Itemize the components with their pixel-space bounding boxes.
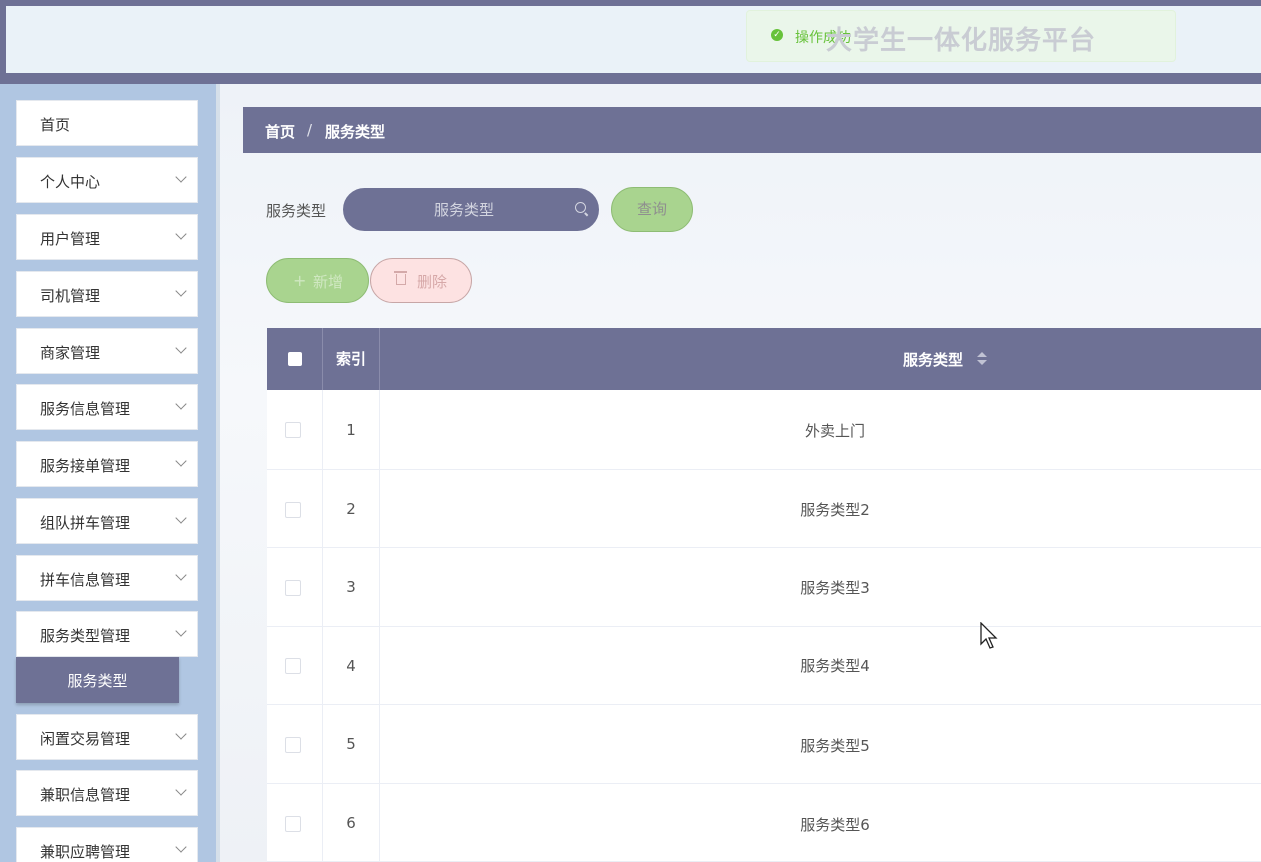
row-service-type-cell: 服务类型6 — [380, 784, 1261, 861]
sidebar-item-second-hand[interactable]: 闲置交易管理 — [16, 714, 198, 760]
row-service-type-cell: 服务类型5 — [380, 705, 1261, 783]
search-input[interactable] — [344, 189, 584, 230]
chevron-down-icon — [175, 512, 187, 524]
chevron-down-icon — [175, 728, 187, 740]
table-row: 1 外卖上门 — [267, 390, 1261, 470]
search-label: 服务类型 — [266, 202, 327, 220]
table-header: 索引 服务类型 — [267, 328, 1261, 390]
sidebar-item-carpool-info[interactable]: 拼车信息管理 — [16, 555, 198, 601]
sidebar-item-merchants[interactable]: 商家管理 — [16, 328, 198, 374]
sidebar-item-home[interactable]: 首页 — [16, 100, 198, 146]
select-all-checkbox[interactable] — [288, 352, 302, 366]
sidebar-item-label: 服务信息管理 — [40, 400, 131, 418]
breadcrumb-separator: / — [307, 121, 313, 139]
breadcrumb: 首页 / 服务类型 — [243, 107, 1261, 153]
table-row: 6 服务类型6 — [267, 784, 1261, 862]
breadcrumb-current: 服务类型 — [325, 123, 386, 141]
sidebar-item-service-orders[interactable]: 服务接单管理 — [16, 441, 198, 487]
row-service-type-cell: 外卖上门 — [380, 390, 1261, 469]
breadcrumb-home[interactable]: 首页 — [265, 121, 295, 142]
chevron-down-icon — [175, 398, 187, 410]
sort-ascending-icon[interactable] — [977, 352, 987, 357]
chevron-down-icon — [175, 342, 187, 354]
column-header-index: 索引 — [323, 328, 380, 390]
chevron-down-icon — [175, 171, 187, 183]
delete-button[interactable]: 删除 — [370, 258, 472, 303]
check-circle-icon: ✓ — [771, 29, 783, 41]
row-service-type-cell: 服务类型2 — [380, 470, 1261, 547]
sidebar-item-part-time-applications[interactable]: 兼职应聘管理 — [16, 827, 198, 862]
row-service-type: 服务类型3 — [800, 579, 870, 597]
sidebar-item-label: 闲置交易管理 — [40, 730, 131, 748]
add-button[interactable]: + 新增 — [266, 258, 369, 303]
mouse-pointer-icon — [980, 622, 998, 649]
sidebar-item-label: 司机管理 — [40, 287, 101, 305]
service-type-table: 索引 服务类型 1 外卖上门 2 服务类型2 3 服务类型3 4 服务类型4 5… — [267, 328, 1261, 862]
column-header-service-type[interactable]: 服务类型 — [380, 328, 1261, 390]
sidebar-item-label: 兼职应聘管理 — [40, 843, 131, 861]
row-service-type: 服务类型6 — [800, 816, 870, 834]
sidebar-item-service-types[interactable]: 服务类型管理 — [16, 611, 198, 657]
plus-icon: + — [293, 271, 307, 290]
search-icon — [575, 202, 586, 213]
row-service-type: 服务类型2 — [800, 501, 870, 519]
sidebar-item-label: 首页 — [40, 116, 71, 134]
chevron-down-icon — [175, 841, 187, 853]
table-row: 3 服务类型3 — [267, 548, 1261, 627]
chevron-down-icon — [175, 569, 187, 581]
chevron-down-icon — [175, 285, 187, 297]
sidebar-item-drivers[interactable]: 司机管理 — [16, 271, 198, 317]
sidebar-item-label: 个人中心 — [40, 173, 101, 191]
row-service-type-cell: 服务类型3 — [380, 548, 1261, 626]
sidebar-item-label: 兼职信息管理 — [40, 786, 131, 804]
chevron-down-icon — [175, 228, 187, 240]
delete-button-label: 删除 — [417, 273, 448, 291]
submenu-item-label: 服务类型 — [67, 672, 128, 690]
sidebar-item-personal-center[interactable]: 个人中心 — [16, 157, 198, 203]
header-select-cell — [267, 328, 323, 390]
row-service-type: 服务类型5 — [800, 737, 870, 755]
row-service-type-cell: 服务类型4 — [380, 627, 1261, 704]
sidebar-item-service-info[interactable]: 服务信息管理 — [16, 384, 198, 430]
row-service-type: 外卖上门 — [804, 422, 865, 440]
sidebar-item-users[interactable]: 用户管理 — [16, 214, 198, 260]
table-row: 5 服务类型5 — [267, 705, 1261, 784]
sidebar-item-carpool-teams[interactable]: 组队拼车管理 — [16, 498, 198, 544]
query-button[interactable]: 查询 — [611, 187, 693, 232]
sidebar-item-part-time-info[interactable]: 兼职信息管理 — [16, 770, 198, 816]
chevron-down-icon — [175, 625, 187, 637]
sidebar-item-label: 用户管理 — [40, 230, 101, 248]
row-service-type: 服务类型4 — [800, 657, 870, 675]
sidebar-item-label: 组队拼车管理 — [40, 514, 131, 532]
sidebar-item-label: 服务接单管理 — [40, 457, 131, 475]
sidebar-item-label: 商家管理 — [40, 344, 101, 362]
chevron-down-icon — [175, 784, 187, 796]
site-title: 大学生一体化服务平台 — [826, 26, 1097, 56]
column-header-label: 服务类型 — [903, 351, 964, 369]
add-button-label: 新增 — [313, 273, 344, 291]
sidebar-item-label: 拼车信息管理 — [40, 571, 131, 589]
submenu-item-service-type[interactable]: 服务类型 — [16, 657, 179, 703]
table-row: 4 服务类型4 — [267, 627, 1261, 705]
table-row: 2 服务类型2 — [267, 470, 1261, 548]
sidebar-item-label: 服务类型管理 — [40, 627, 131, 645]
sort-descending-icon[interactable] — [977, 360, 987, 365]
sidebar: 首页 个人中心 用户管理 司机管理 商家管理 服务信息管理 服务接单管理 组队拼… — [0, 84, 216, 862]
trash-icon — [394, 271, 407, 285]
chevron-down-icon — [175, 455, 187, 467]
search-field — [343, 188, 599, 231]
